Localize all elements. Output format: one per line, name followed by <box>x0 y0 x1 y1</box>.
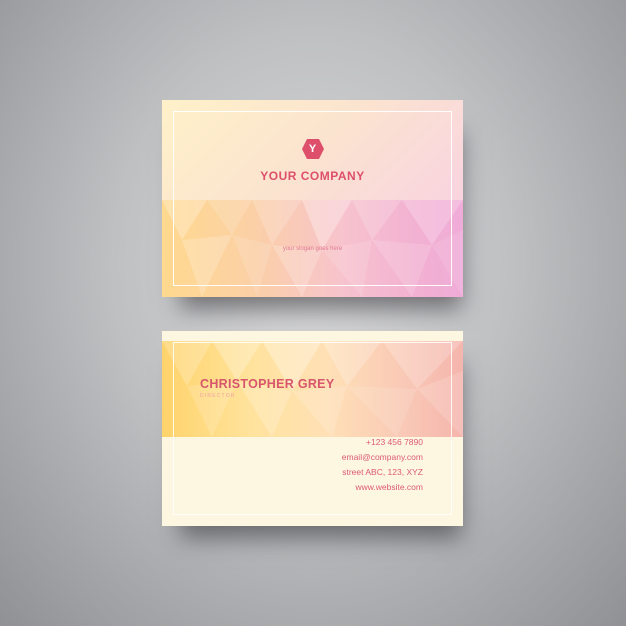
slogan: your slogan goes here <box>282 246 343 252</box>
company-logo: Y <box>301 138 325 160</box>
contact-address: street ABC, 123, XYZ <box>342 467 423 477</box>
person-title: DIRECTOR <box>200 393 236 399</box>
logo-letter: Y <box>308 143 317 155</box>
contact-email: email@company.com <box>341 452 423 462</box>
company-name: YOUR COMPANY <box>260 169 365 183</box>
business-card-front: Y YOUR COMPANY your slogan goes here <box>162 100 463 297</box>
contact-website: www.website.com <box>355 482 423 492</box>
contact-phone: +123 456 7890 <box>366 437 423 447</box>
person-name: CHRISTOPHER GREY <box>200 377 335 391</box>
business-card-back: CHRISTOPHER GREY DIRECTOR +123 456 7890 … <box>162 331 463 526</box>
